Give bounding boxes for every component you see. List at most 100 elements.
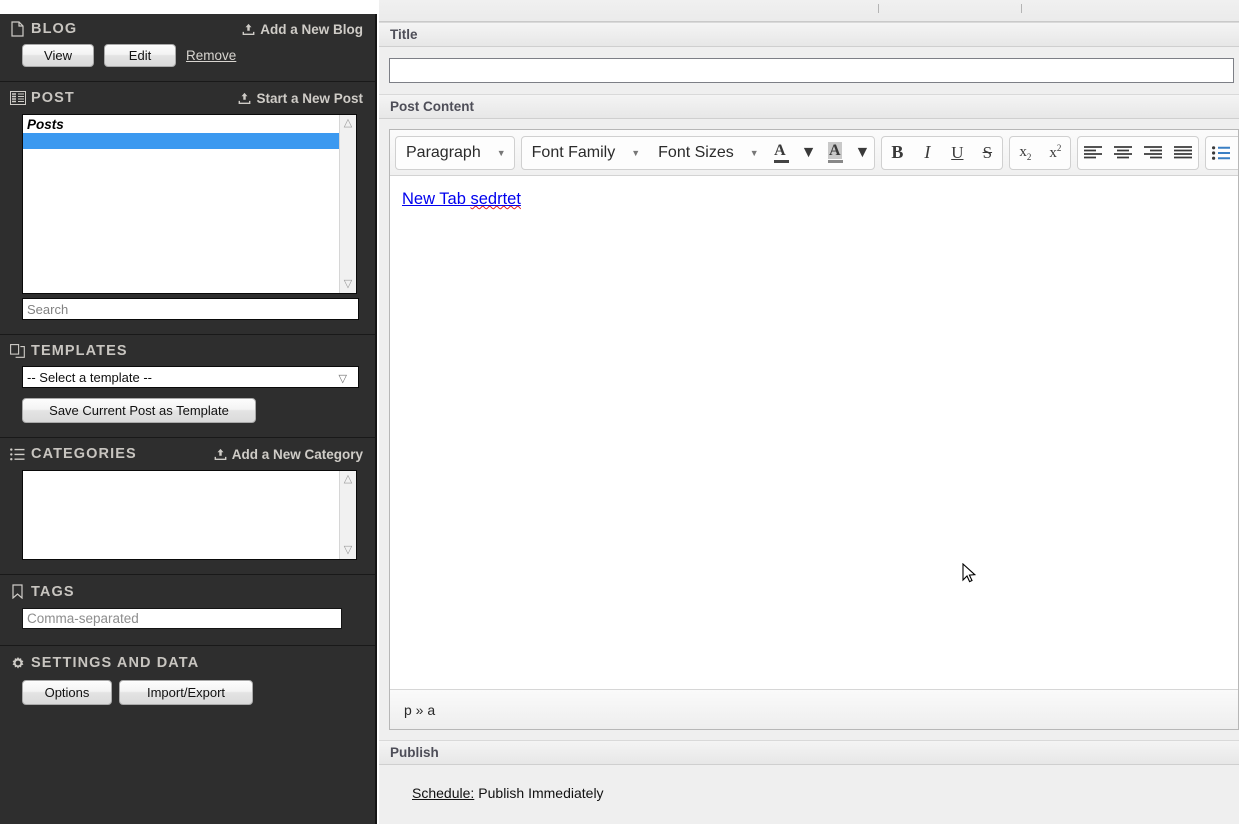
categories-list-scrollbar[interactable]: △ ▽ [339, 471, 356, 559]
save-template-row: Save Current Post as Template [0, 388, 375, 437]
blog-section-header: BLOG Add a New Blog [0, 14, 375, 44]
start-new-post-button[interactable]: Start a New Post [238, 91, 363, 106]
categories-list-inner [23, 471, 339, 559]
paragraph-format-dropdown[interactable]: Paragraph ▼ [396, 137, 514, 169]
categories-section-header: CATEGORIES Add a New Category [0, 438, 375, 470]
bullet-list-button[interactable] [1206, 137, 1236, 169]
sidebar-section-settings: SETTINGS AND DATA Options Import/Export [0, 646, 375, 719]
editor-content-area[interactable]: New Tab sedrtet [390, 176, 1238, 689]
strikethrough-button[interactable]: S [972, 137, 1002, 169]
strikethrough-icon: S [982, 142, 993, 162]
bullet-list-icon [1212, 145, 1231, 160]
post-list-icon [9, 90, 26, 107]
text-color-button[interactable]: A [767, 137, 797, 169]
title-zone [379, 47, 1239, 94]
align-justify-button[interactable] [1168, 137, 1198, 169]
view-button[interactable]: View [22, 44, 94, 67]
blog-section-title: BLOG [31, 21, 78, 37]
list-icon [9, 446, 26, 463]
options-button[interactable]: Options [22, 680, 112, 705]
sidebar-section-templates: TEMPLATES -- Select a template -- ▽ Save… [0, 335, 375, 438]
add-new-category-button[interactable]: Add a New Category [214, 447, 363, 462]
font-family-dropdown[interactable]: Font Family ▼ [522, 137, 649, 169]
template-select-wrap: -- Select a template -- ▽ [0, 366, 375, 388]
sidebar-section-post: POST Start a New Post Posts △ ▽ [0, 82, 375, 335]
subscript-button[interactable]: x2 [1010, 137, 1040, 169]
block-format-group: Paragraph ▼ [395, 135, 515, 170]
templates-section-title: TEMPLATES [31, 342, 128, 359]
scroll-up-icon[interactable]: △ [344, 118, 352, 129]
import-export-button[interactable]: Import/Export [119, 680, 253, 705]
list-group: 123 [1205, 135, 1238, 170]
underline-button[interactable]: U [942, 137, 972, 169]
chevron-down-icon: ▼ [749, 147, 759, 158]
scroll-down-icon[interactable]: ▽ [344, 279, 352, 290]
font-sizes-dropdown[interactable]: Font Sizes ▼ [648, 137, 767, 169]
align-center-icon [1114, 145, 1133, 158]
align-left-button[interactable] [1078, 137, 1108, 169]
scroll-up-icon[interactable]: △ [344, 474, 352, 485]
post-content-section-label: Post Content [379, 94, 1239, 119]
list-item[interactable] [23, 133, 339, 149]
content-misspelled-word: sedrtet [470, 190, 521, 208]
application-window: BLOG Add a New Blog View Edit Remove POS… [0, 0, 1239, 824]
settings-section-header: SETTINGS AND DATA [0, 646, 375, 680]
italic-button[interactable]: I [912, 137, 942, 169]
add-new-category-label: Add a New Category [231, 446, 363, 462]
scroll-down-icon[interactable]: ▽ [344, 545, 352, 556]
chevron-down-icon: ▼ [854, 143, 871, 161]
posts-list-inner: Posts [23, 115, 339, 293]
upload-icon [242, 23, 255, 35]
settings-actions-row: Options Import/Export [0, 680, 375, 719]
background-color-dropdown[interactable]: ▼ [851, 137, 875, 169]
tick-mark [878, 4, 879, 13]
search-input[interactable] [22, 298, 359, 320]
superscript-icon: x2 [1049, 143, 1062, 161]
content-link[interactable]: New Tab sedrtet [402, 190, 521, 208]
align-justify-icon [1174, 145, 1193, 158]
numbered-list-button[interactable]: 123 [1236, 137, 1238, 169]
add-new-blog-button[interactable]: Add a New Blog [242, 22, 363, 37]
title-section-label: Title [379, 22, 1239, 47]
upload-icon [214, 448, 227, 460]
superscript-button[interactable]: x2 [1040, 137, 1070, 169]
gear-icon [9, 655, 26, 672]
post-section-title: POST [31, 90, 75, 106]
edit-button[interactable]: Edit [104, 44, 176, 67]
templates-section-header: TEMPLATES [0, 335, 375, 366]
schedule-value: Publish Immediately [478, 785, 604, 801]
font-group: Font Family ▼ Font Sizes ▼ A ▼ A ▼ [520, 135, 876, 170]
post-search-row [0, 294, 375, 334]
sidebar-section-blog: BLOG Add a New Blog View Edit Remove [0, 14, 375, 82]
align-center-button[interactable] [1108, 137, 1138, 169]
tick-mark [1021, 4, 1022, 13]
bold-button[interactable]: B [882, 137, 912, 169]
tags-input[interactable] [22, 608, 342, 629]
chevron-down-icon: ▼ [631, 147, 641, 158]
font-family-label: Font Family [531, 143, 616, 161]
settings-section-title: SETTINGS AND DATA [31, 655, 200, 671]
bookmark-icon [9, 583, 26, 600]
text-color-icon: A [774, 142, 790, 163]
script-group: x2 x2 [1009, 135, 1072, 170]
blog-actions-row: View Edit Remove [0, 44, 375, 81]
publish-body: Schedule: Publish Immediately [379, 765, 1239, 824]
rich-text-editor: Paragraph ▼ Font Family ▼ Font Sizes ▼ A [389, 129, 1239, 730]
schedule-link[interactable]: Schedule: [412, 785, 474, 801]
categories-listbox[interactable]: △ ▽ [22, 470, 357, 560]
template-select[interactable]: -- Select a template -- [22, 366, 359, 388]
tags-section-header: TAGS [0, 575, 375, 608]
posts-list-scrollbar[interactable]: △ ▽ [339, 115, 356, 293]
sidebar-section-categories: CATEGORIES Add a New Category △ ▽ [0, 438, 375, 575]
save-current-post-as-template-button[interactable]: Save Current Post as Template [22, 398, 256, 423]
alignment-group [1077, 135, 1200, 170]
background-color-button[interactable]: A [821, 137, 851, 169]
editor-toolbar: Paragraph ▼ Font Family ▼ Font Sizes ▼ A [390, 130, 1238, 176]
posts-listbox[interactable]: Posts △ ▽ [22, 114, 357, 294]
title-input[interactable] [389, 58, 1234, 83]
underline-icon: U [951, 142, 964, 162]
editor-status-bar: p » a [390, 689, 1238, 729]
remove-link[interactable]: Remove [186, 48, 236, 63]
align-right-button[interactable] [1138, 137, 1168, 169]
text-color-dropdown[interactable]: ▼ [797, 137, 821, 169]
